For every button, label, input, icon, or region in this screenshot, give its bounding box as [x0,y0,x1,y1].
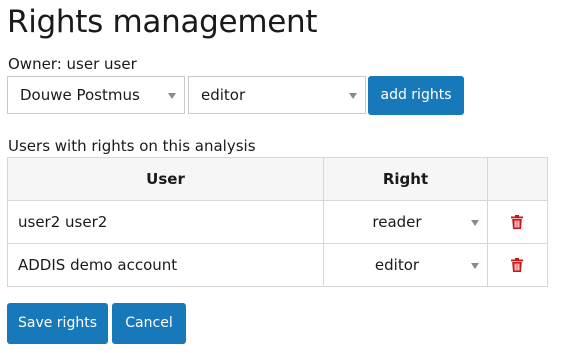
chevron-down-icon [168,93,176,99]
chevron-down-icon [471,263,479,269]
trash-icon[interactable] [509,257,525,273]
chevron-down-icon [471,220,479,226]
trash-icon[interactable] [509,214,525,230]
right-column-header: Right [382,170,429,188]
column-divider [323,158,324,286]
table-row: ADDIS demo account editor [8,244,547,286]
column-divider [487,158,488,286]
table-row: user2 user2 reader [8,201,547,244]
row-right-value: reader [372,213,422,231]
user-select[interactable]: Douwe Postmus [7,76,185,114]
row-user-name: user2 user2 [18,213,108,231]
role-select-value: editor [201,86,246,104]
rights-table: User Right user2 user2 reader ADDIS demo… [7,157,548,287]
row-right-value: editor [374,256,420,274]
page-title: Rights management [7,4,318,40]
table-header: User Right [8,158,547,201]
owner-label: Owner: user user [8,55,137,73]
save-rights-button[interactable]: Save rights [7,303,108,344]
row-right-select[interactable]: reader [324,201,487,243]
cancel-button[interactable]: Cancel [112,303,186,344]
rights-section-label: Users with rights on this analysis [8,137,256,155]
user-select-value: Douwe Postmus [20,86,140,104]
row-user-name: ADDIS demo account [18,256,178,274]
row-right-select[interactable]: editor [324,244,487,286]
chevron-down-icon [349,93,357,99]
add-rights-button[interactable]: add rights [368,76,464,115]
role-select[interactable]: editor [188,76,366,114]
user-column-header: User [146,170,185,188]
